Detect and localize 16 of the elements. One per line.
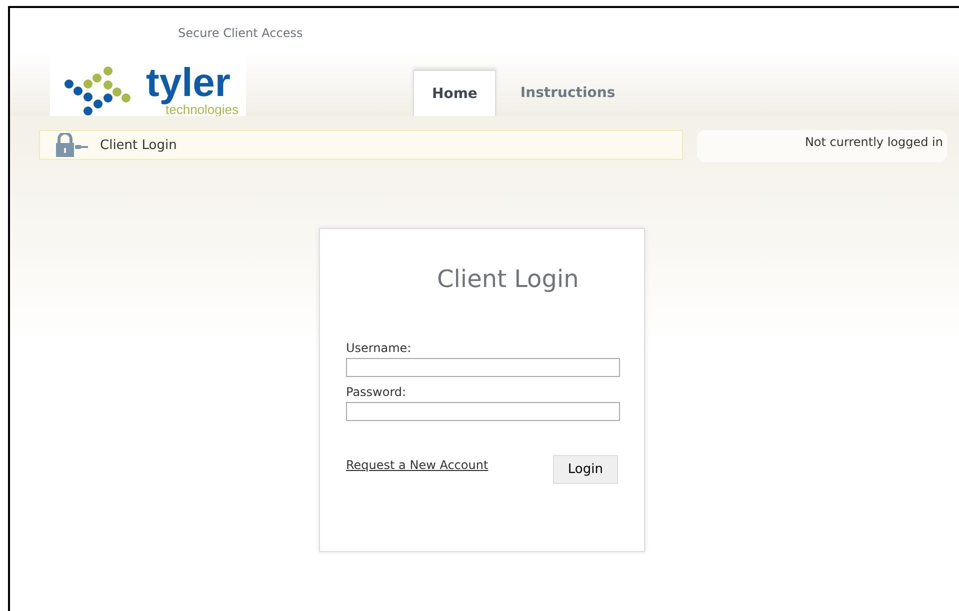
login-button[interactable]: Login bbox=[552, 455, 618, 484]
nav-tab[interactable]: Instructions bbox=[502, 70, 634, 116]
nav-tab[interactable]: Home bbox=[413, 70, 496, 116]
login-status: Not currently logged in bbox=[697, 130, 947, 162]
logo-wordmark: tyler bbox=[146, 63, 230, 103]
logo-tagline: technologies bbox=[166, 103, 238, 116]
dots-logo-icon bbox=[64, 66, 132, 116]
request-account-link[interactable]: Request a New Account bbox=[346, 458, 488, 472]
login-title: Client Login bbox=[437, 265, 580, 293]
breadcrumb-label: Client Login bbox=[100, 138, 177, 152]
input-field[interactable] bbox=[346, 402, 620, 421]
field-label: Password: bbox=[346, 385, 408, 399]
field-label: Username: bbox=[346, 341, 412, 355]
site-title: Secure Client Access bbox=[178, 26, 304, 40]
input-field[interactable] bbox=[346, 358, 620, 377]
lock-key-icon bbox=[54, 133, 88, 157]
